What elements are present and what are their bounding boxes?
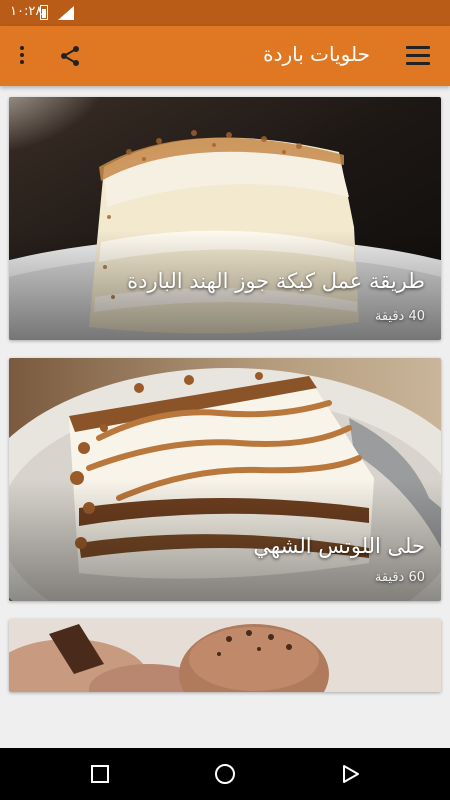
app-bar: حلويات باردة	[0, 26, 450, 86]
lotus-dessert-image	[9, 358, 441, 601]
battery-icon	[40, 5, 48, 20]
coconut-cake-image	[9, 97, 441, 340]
status-time: ١٠:٢٨	[10, 4, 43, 19]
recipe-card[interactable]	[9, 619, 441, 692]
signal-icon	[58, 6, 74, 20]
recipe-time: 40 دقيقة	[374, 309, 425, 324]
recipe-card[interactable]: حلى اللوتس الشهي 60 دقيقة	[9, 358, 441, 601]
recipe-time: 60 دقيقة	[374, 570, 425, 585]
menu-icon[interactable]	[406, 46, 430, 66]
status-bar: ١٠:٢٨	[0, 0, 450, 26]
home-icon[interactable]	[213, 762, 237, 786]
ice-cream-image	[9, 619, 441, 692]
recipe-card[interactable]: طريقة عمل كيكة جوز الهند الباردة 40 دقيق…	[9, 97, 441, 340]
navigation-bar	[0, 748, 450, 800]
share-icon[interactable]	[58, 44, 82, 68]
back-icon[interactable]	[339, 762, 363, 786]
more-vert-icon[interactable]	[16, 44, 28, 68]
recipe-title: حلى اللوتس الشهي	[253, 534, 425, 558]
app-title: حلويات باردة	[263, 42, 370, 66]
recipe-title: طريقة عمل كيكة جوز الهند الباردة	[127, 269, 425, 293]
recent-apps-icon[interactable]	[88, 762, 112, 786]
